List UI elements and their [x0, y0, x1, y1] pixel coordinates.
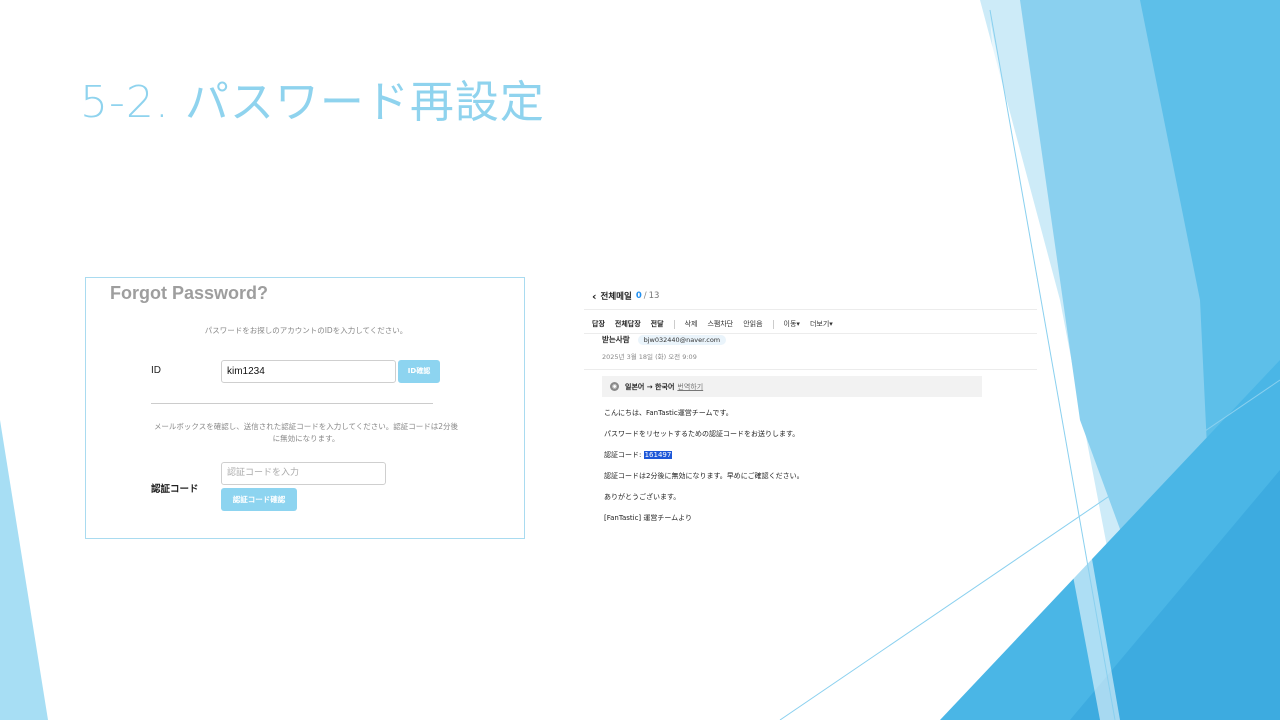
more-dropdown[interactable]: 더보기▾ [810, 319, 833, 329]
verification-code-value[interactable]: 161497 [643, 451, 673, 459]
verification-info-text: メールボックスを確認し、送信された認証コードを入力してください。認証コードは2分… [153, 422, 459, 443]
verification-code-input[interactable]: 認証コードを入力 [221, 462, 386, 485]
verification-code-label: 認証コード [151, 484, 199, 495]
mail-header: ‹ 전체메일 0 / 13 [592, 289, 659, 303]
forgot-password-screenshot: Forgot Password? パスワードをお探しのアカウントのIDを入力して… [85, 277, 525, 539]
id-label: ID [151, 365, 161, 376]
forgot-password-heading: Forgot Password? [110, 283, 269, 303]
move-dropdown[interactable]: 이동▾ [784, 319, 800, 329]
reply-button[interactable]: 답장 [592, 319, 605, 329]
mail-body-line-1: パスワードをリセットするための認証コードをお送りします。 [604, 430, 800, 438]
mail-date: 2025년 3월 18일 (화) 오전 9:09 [602, 353, 697, 361]
form-divider [151, 403, 433, 404]
translate-bar: ◉ 일본어 → 한국어 번역하기 [602, 376, 982, 397]
mark-unread-button[interactable]: 안읽음 [743, 319, 762, 329]
recipient-chip[interactable]: bjw032440@naver.com [637, 334, 727, 345]
mail-body-code-line: 認証コード: 161497 [604, 450, 673, 460]
back-chevron-icon[interactable]: ‹ [592, 290, 597, 303]
mail-total-count: 13 [648, 291, 660, 301]
mail-body-thanks: ありがとうございます。 [604, 493, 681, 501]
slide-title: 5-2. パスワード再設定 [80, 77, 545, 128]
mail-body-line-2: 認証コードは2分後に無効になります。早めにご確認ください。 [604, 472, 804, 480]
mail-folder-name[interactable]: 전체메일 [601, 290, 632, 302]
meta-divider [584, 369, 1037, 370]
recipient-row: 받는사람 bjw032440@naver.com [602, 334, 727, 345]
reply-all-button[interactable]: 전체답장 [615, 319, 641, 329]
forgot-password-description: パスワードをお探しのアカウントのIDを入力してください。 [204, 326, 408, 335]
mail-toolbar: 답장 전체답장 전달 삭제 스팸차단 안읽음 이동▾ 더보기▾ [592, 318, 843, 330]
spam-block-button[interactable]: 스팸차단 [707, 319, 733, 329]
forward-button[interactable]: 전달 [651, 319, 664, 329]
recipient-label: 받는사람 [602, 335, 630, 344]
mail-unread-count: 0 [635, 291, 642, 301]
deco-left-sliver [0, 420, 48, 720]
translate-icon: ◉ [610, 382, 619, 391]
mail-count-separator: / [643, 291, 647, 301]
header-divider [584, 309, 1037, 310]
verification-code-label-text: 認証コード: [604, 451, 644, 459]
delete-button[interactable]: 삭제 [685, 319, 698, 329]
verification-code-confirm-button[interactable]: 認証コード確認 [221, 488, 297, 511]
toolbar-divider [673, 319, 675, 329]
toolbar-divider [772, 319, 774, 329]
id-confirm-button[interactable]: ID確認 [398, 360, 440, 383]
translate-languages: 일본어 → 한국어 [625, 382, 675, 391]
mail-screenshot: ‹ 전체메일 0 / 13 답장 전체답장 전달 삭제 스팸차단 안읽음 이동▾… [584, 279, 1037, 537]
id-input[interactable]: kim1234 [221, 360, 396, 383]
mail-body-signature: [FanTastic] 運営チームより [604, 514, 693, 522]
translate-link[interactable]: 번역하기 [677, 382, 703, 392]
mail-body-greeting: こんにちは、FanTastic運営チームです。 [604, 409, 733, 417]
